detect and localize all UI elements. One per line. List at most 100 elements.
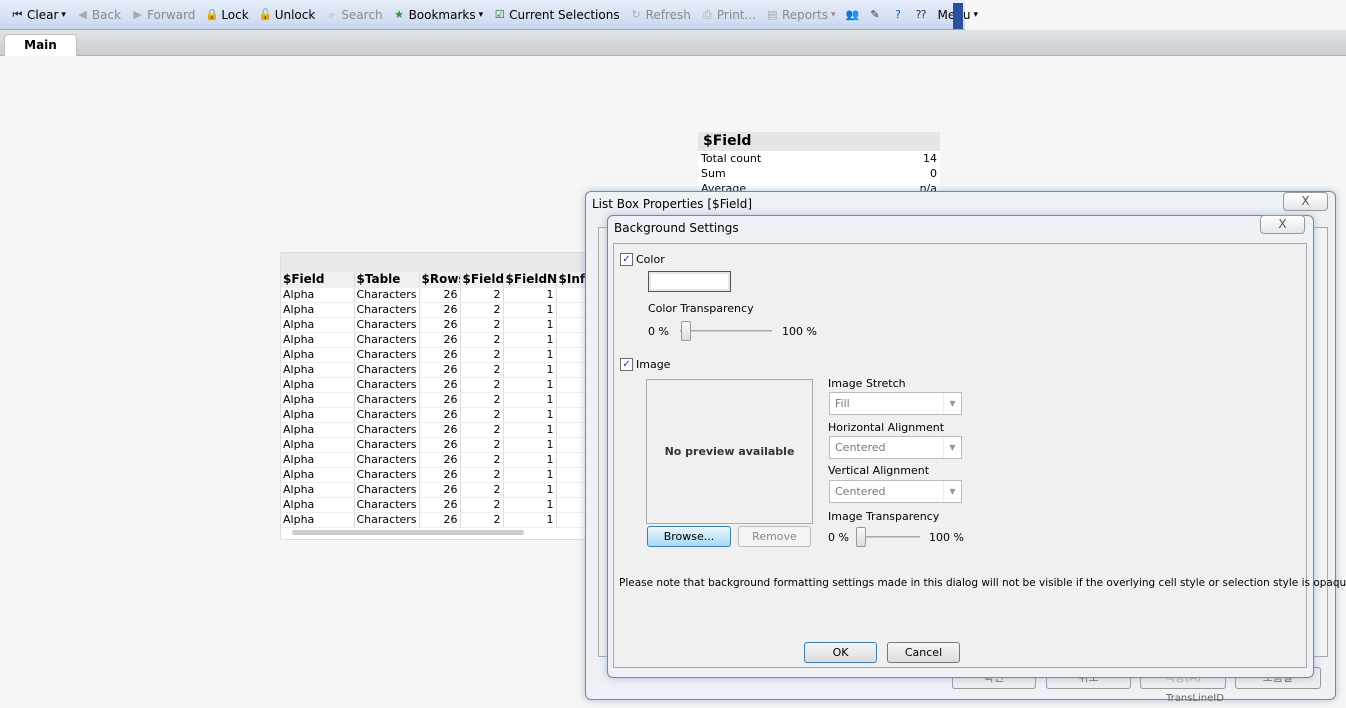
unlock-button[interactable]: 🔓 Unlock	[254, 8, 321, 22]
image-stretch-select[interactable]: Fill ▼	[829, 392, 962, 415]
table-cell: 1	[503, 437, 557, 453]
horizontal-scrollbar[interactable]	[292, 530, 524, 535]
table-row[interactable]: Alpha Characters 26 2 1	[281, 302, 597, 318]
color-swatch-button[interactable]	[648, 271, 731, 292]
table-row[interactable]: Alpha Characters 26 2 1	[281, 287, 597, 303]
table-row[interactable]: Alpha Characters 26 2 1	[281, 317, 597, 333]
table-cell: 26	[419, 482, 461, 498]
table-row[interactable]: Alpha Characters 26 2 1	[281, 452, 597, 468]
forward-icon: ▶	[133, 8, 142, 21]
help-button[interactable]: ?	[887, 8, 910, 21]
remove-button[interactable]: Remove	[738, 526, 811, 547]
browse-button[interactable]: Browse...	[647, 526, 731, 547]
star-icon: ★	[394, 8, 404, 21]
cancel-button[interactable]: Cancel	[887, 642, 960, 663]
horizontal-alignment-label: Horizontal Alignment	[828, 421, 945, 434]
table-cell: Characters	[354, 422, 420, 438]
toolbar: ⏮ Clear ▾ ◀ Back ▶ Forward 🔒 Lock 🔓 Unlock ⌕ Search ★…	[0, 0, 978, 30]
table-cell: Characters	[354, 302, 420, 318]
tab-main[interactable]: Main	[4, 34, 77, 56]
table-cell: 2	[460, 317, 504, 333]
system-fields-table: $Field$Table$Rows$Fields$FieldNo$InfoAlp…	[281, 272, 597, 528]
table-row[interactable]: Alpha Characters 26 2 1	[281, 497, 597, 513]
sheet-tab-bar	[0, 30, 1346, 56]
currentselections-button[interactable]: ☑ Current Selections	[488, 8, 624, 22]
refresh-icon: ↻	[631, 8, 641, 21]
chevron-down-icon: ▾	[973, 9, 978, 20]
table-cell: 26	[419, 377, 461, 393]
reports-button[interactable]: ▤ Reports ▾	[761, 8, 841, 22]
lock-button[interactable]: 🔒 Lock	[200, 8, 253, 22]
table-cell: 26	[419, 407, 461, 423]
horizontal-alignment-value: Centered	[835, 441, 886, 454]
column-header[interactable]: $Fields	[460, 272, 504, 288]
column-header[interactable]: $Table	[354, 272, 420, 288]
close-icon: X	[1278, 217, 1287, 231]
table-cell: Characters	[354, 332, 420, 348]
table-cell: 2	[460, 377, 504, 393]
column-header[interactable]: $Rows	[419, 272, 461, 288]
table-row[interactable]: Alpha Characters 26 2 1	[281, 467, 597, 483]
stat-label: Total count	[701, 152, 762, 165]
toolbar-label: Current Selections	[509, 7, 620, 22]
table-row[interactable]: Alpha Characters 26 2 1	[281, 437, 597, 453]
table-row[interactable]: Alpha Characters 26 2 1	[281, 392, 597, 408]
column-header[interactable]: $Field	[281, 272, 355, 288]
color-transparency-slider[interactable]	[681, 321, 691, 341]
table-row[interactable]: Alpha Characters 26 2 1	[281, 512, 597, 528]
users-button[interactable]: 👥	[841, 8, 864, 21]
search-button[interactable]: ⌕ Search	[320, 8, 387, 22]
toolbar-overflow-button[interactable]	[953, 3, 963, 29]
table-row[interactable]: Alpha Characters 26 2 1	[281, 332, 597, 348]
column-header[interactable]: $FieldNo	[503, 272, 557, 288]
table-cell: Characters	[354, 482, 420, 498]
forward-button[interactable]: ▶ Forward	[126, 8, 200, 22]
stat-value: 14	[923, 152, 937, 165]
edit-button[interactable]: ✎	[864, 8, 887, 21]
table-cell: Alpha	[281, 467, 355, 483]
table-row[interactable]: Alpha Characters 26 2 1	[281, 377, 597, 393]
ok-button[interactable]: OK	[804, 642, 877, 663]
table-cell: 1	[503, 317, 557, 333]
table-row[interactable]: Alpha Characters 26 2 1	[281, 347, 597, 363]
toolbar-label: Clear	[27, 7, 59, 22]
print-button[interactable]: ⎙ Print...	[696, 8, 761, 22]
image-stretch-label: Image Stretch	[828, 377, 906, 390]
table-cell: 1	[503, 302, 557, 318]
image-transparency-track[interactable]	[858, 536, 920, 538]
image-transparency-slider[interactable]	[856, 527, 866, 547]
inner-close-button[interactable]: X	[1260, 215, 1305, 234]
vertical-alignment-select[interactable]: Centered ▼	[829, 480, 962, 503]
chevron-down-icon: ▾	[478, 9, 484, 20]
table-cell: 2	[460, 392, 504, 408]
table-cell: 26	[419, 302, 461, 318]
toolbar-label: Search	[341, 7, 383, 22]
stat-label: Sum	[701, 167, 726, 180]
bookmarks-button[interactable]: ★ Bookmarks ▾	[388, 8, 489, 22]
image-checkbox[interactable]: ✓	[620, 358, 633, 371]
horizontal-alignment-select[interactable]: Centered ▼	[829, 436, 962, 459]
toolbar-label: Unlock	[274, 7, 316, 22]
color-transparency-track[interactable]	[680, 330, 772, 332]
table-cell: 1	[503, 422, 557, 438]
table-row[interactable]: Alpha Characters 26 2 1	[281, 422, 597, 438]
table-row[interactable]: Alpha Characters 26 2 1	[281, 482, 597, 498]
clear-button[interactable]: ⏮ Clear ▾	[6, 8, 71, 22]
table-row[interactable]: Alpha Characters 26 2 1	[281, 362, 597, 378]
context-help-button[interactable]: ⁇	[910, 8, 933, 21]
stat-row: Sum 0	[698, 166, 940, 181]
table-cell: 1	[503, 407, 557, 423]
context-help-icon: ⁇	[915, 8, 927, 21]
color-checkbox[interactable]: ✓	[620, 253, 633, 266]
lock-icon: 🔒	[205, 8, 220, 21]
refresh-button[interactable]: ↻ Refresh	[625, 8, 696, 22]
clear-icon: ⏮	[12, 8, 23, 21]
table-cell: 1	[503, 482, 557, 498]
unlock-icon: 🔓	[258, 8, 273, 21]
table-cell: 2	[460, 347, 504, 363]
table-row[interactable]: Alpha Characters 26 2 1	[281, 407, 597, 423]
table-cell: 2	[460, 407, 504, 423]
back-button[interactable]: ◀ Back	[71, 8, 126, 22]
outer-close-button[interactable]: X	[1283, 192, 1328, 211]
table-cell: Characters	[354, 392, 420, 408]
